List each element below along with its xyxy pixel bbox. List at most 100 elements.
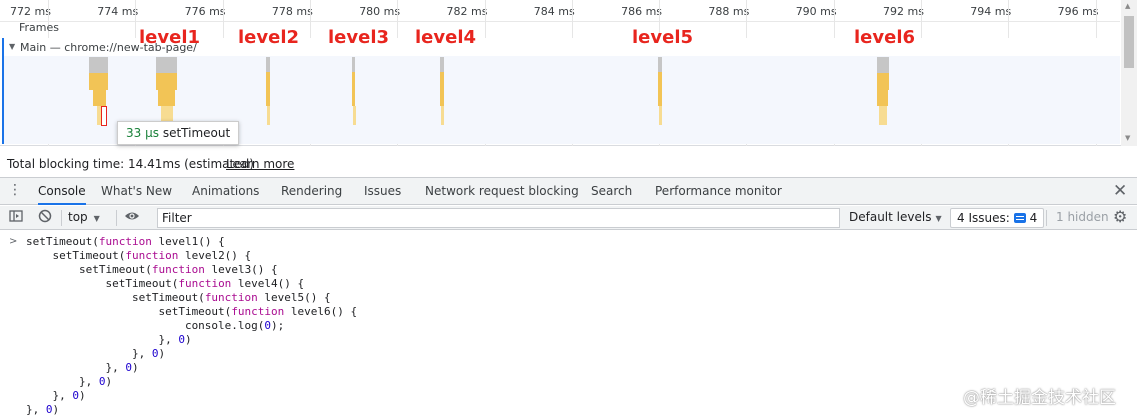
code-token: setTimeout( — [26, 263, 152, 276]
code-line: setTimeout(function level2() { — [26, 249, 357, 263]
flame-event[interactable] — [267, 106, 270, 125]
toolbar-divider — [61, 210, 62, 226]
scroll-up-arrow-icon[interactable]: ▲ — [1125, 2, 1130, 10]
context-selector[interactable]: top ▼ — [68, 210, 100, 224]
flame-event[interactable] — [89, 57, 108, 73]
level-annotation: level2 — [238, 27, 300, 48]
code-token: ) — [184, 333, 192, 346]
flame-event[interactable] — [352, 89, 355, 106]
flame-event[interactable] — [93, 90, 106, 106]
context-value: top — [68, 210, 88, 224]
flame-event[interactable] — [266, 72, 270, 89]
tooltip-duration: 33 μs — [126, 126, 159, 140]
flame-event[interactable] — [158, 90, 175, 106]
level-annotation: level4 — [415, 27, 477, 48]
flame-event[interactable] — [156, 73, 177, 90]
flame-event[interactable] — [266, 89, 270, 106]
flame-event[interactable] — [658, 89, 662, 106]
tab-search[interactable]: Search — [591, 178, 632, 205]
code-token: setTimeout( — [26, 305, 232, 318]
code-token: }, — [26, 389, 73, 402]
toolbar-divider — [1046, 210, 1047, 226]
tab-performance-monitor[interactable]: Performance monitor — [655, 178, 782, 205]
filter-input[interactable] — [157, 208, 840, 228]
ruler-tick-label: 788 ms — [708, 5, 750, 18]
code-token: function — [204, 291, 258, 304]
toolbar-divider — [116, 210, 117, 226]
frames-track-label[interactable]: Frames — [19, 21, 59, 34]
code-token: 0 — [178, 333, 185, 346]
timeline-scrollbar[interactable]: ▲ ▼ — [1121, 0, 1137, 146]
flame-event[interactable] — [441, 106, 444, 125]
code-token: function — [178, 277, 232, 290]
tab-rendering[interactable]: Rendering — [281, 178, 342, 205]
code-token: level5() { — [257, 291, 331, 304]
code-line: }, 0) — [26, 361, 357, 375]
code-token: ) — [52, 403, 60, 416]
flame-event[interactable] — [352, 57, 355, 72]
performance-timeline[interactable]: 772 ms 774 ms 776 ms 778 ms 780 ms 782 ms 784 … — [0, 0, 1137, 146]
code-token: level1() { — [151, 235, 225, 248]
tab-animations[interactable]: Animations — [192, 178, 259, 205]
code-token: function — [231, 305, 285, 318]
show-sidebar-icon[interactable] — [9, 209, 23, 227]
issues-label: 4 Issues: — [957, 211, 1010, 225]
ruler-tick-label: 776 ms — [184, 5, 226, 18]
flame-event[interactable] — [879, 106, 887, 125]
dropdown-arrow-icon: ▼ — [93, 214, 100, 223]
flame-event[interactable] — [440, 72, 444, 89]
log-levels-dropdown[interactable]: Default levels ▼ — [849, 210, 942, 224]
kebab-menu-icon[interactable]: ⋮ — [8, 183, 22, 197]
time-ruler: 772 ms 774 ms 776 ms 778 ms 780 ms 782 ms 784 … — [0, 0, 1120, 22]
tab-network-request-blocking[interactable]: Network request blocking — [425, 178, 579, 205]
eye-icon[interactable] — [124, 209, 140, 227]
code-token: ) — [131, 361, 139, 374]
ruler-tick-label: 772 ms — [10, 5, 51, 18]
selected-flame-event[interactable] — [101, 106, 107, 126]
code-token: function — [98, 235, 152, 248]
flame-event[interactable] — [266, 57, 270, 72]
issues-counter-button[interactable]: 4 Issues: 4 — [950, 208, 1045, 228]
code-token: level6() { — [284, 305, 358, 318]
flame-event[interactable] — [353, 106, 356, 125]
code-token: ); — [271, 319, 285, 332]
flame-event[interactable] — [877, 90, 888, 106]
flame-event[interactable] — [877, 73, 889, 90]
flame-event[interactable] — [89, 73, 108, 90]
console-command-code[interactable]: setTimeout(function level1() { setTimeou… — [26, 235, 357, 417]
flame-event[interactable] — [659, 106, 662, 125]
close-icon[interactable]: ✕ — [1113, 181, 1127, 201]
code-line: }, 0) — [26, 347, 357, 361]
code-line: setTimeout(function level5() { — [26, 291, 357, 305]
flame-event[interactable] — [156, 57, 177, 73]
code-token: level3() { — [204, 263, 278, 276]
summary-bar: Total blocking time: 14.41ms (estimated)… — [0, 152, 1137, 176]
code-line: }, 0) — [26, 333, 357, 347]
tab-issues[interactable]: Issues — [364, 178, 401, 205]
ruler-tick-label: 780 ms — [359, 5, 401, 18]
code-token: setTimeout( — [26, 291, 205, 304]
learn-more-link[interactable]: Learn more — [226, 157, 294, 171]
flame-event[interactable] — [877, 57, 889, 73]
expand-triangle-icon[interactable]: ▼ — [9, 42, 15, 51]
issue-message-icon — [1013, 213, 1026, 223]
flame-event[interactable] — [352, 72, 355, 89]
clear-console-icon[interactable] — [38, 209, 52, 227]
flame-event[interactable] — [658, 57, 662, 72]
scrollbar-thumb[interactable] — [1124, 16, 1134, 68]
tab-console[interactable]: Console — [38, 178, 86, 205]
level-annotation: level1 — [139, 27, 201, 48]
log-levels-label: Default levels — [849, 210, 932, 224]
flame-event[interactable] — [440, 89, 444, 106]
code-line: }, 0) — [26, 403, 357, 417]
code-token: ) — [105, 375, 113, 388]
flame-event[interactable] — [440, 57, 444, 72]
code-line: setTimeout(function level3() { — [26, 263, 357, 277]
flame-event[interactable] — [658, 72, 662, 89]
gear-icon[interactable]: ⚙ — [1113, 208, 1127, 226]
code-token: console.log( — [26, 319, 265, 332]
scroll-down-arrow-icon[interactable]: ▼ — [1125, 134, 1130, 142]
code-token: setTimeout( — [26, 249, 126, 262]
tab-whats-new[interactable]: What's New — [101, 178, 172, 205]
code-token: function — [151, 263, 205, 276]
